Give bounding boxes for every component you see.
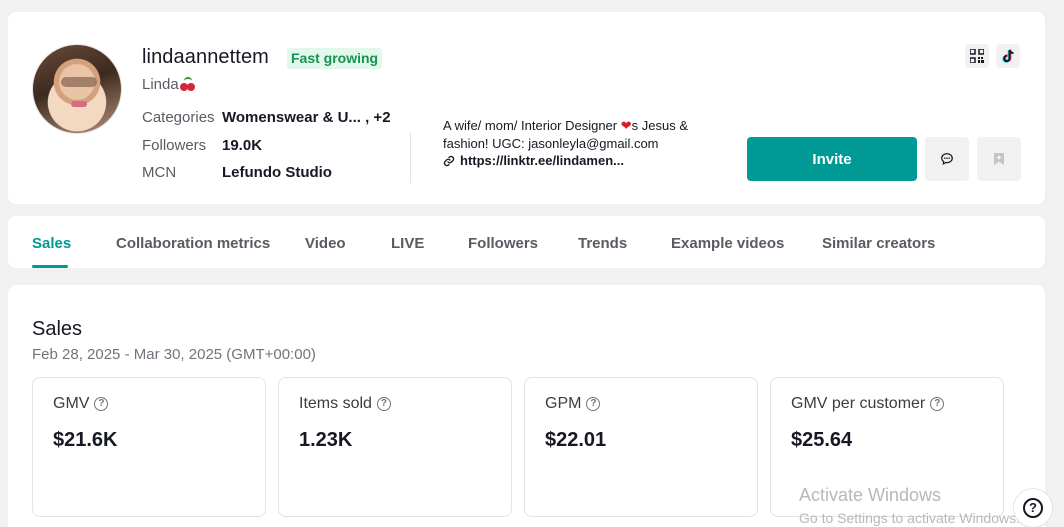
tiktok-icon <box>1002 49 1014 63</box>
question-mark-icon: ? <box>1023 498 1043 518</box>
metric-label-text: Items sold <box>299 395 372 412</box>
bookmark-button[interactable] <box>977 137 1021 181</box>
activate-windows-subtitle: Go to Settings to activate Windows. <box>799 510 1020 526</box>
cherry-emoji-icon <box>179 77 196 91</box>
nickname: Linda <box>142 76 196 93</box>
tabs-bar: Sales Collaboration metrics Video LIVE F… <box>8 216 1045 268</box>
help-icon[interactable]: ? <box>376 397 391 411</box>
followers-value: 19.0K <box>222 137 263 154</box>
metric-label: GPM ? <box>545 395 601 413</box>
nickname-text: Linda <box>142 76 179 93</box>
metric-card-gpm: GPM ? $22.01 <box>524 377 758 517</box>
metric-label-text: GMV <box>53 395 90 412</box>
metric-label-text: GMV per customer <box>791 395 926 412</box>
mcn-label: MCN <box>142 164 177 181</box>
categories-value[interactable]: Womenswear & U... , +2 <box>222 109 391 126</box>
metric-card-items-sold: Items sold ? 1.23K <box>278 377 512 517</box>
categories-label: Categories <box>142 109 215 126</box>
divider <box>410 133 411 183</box>
invite-button[interactable]: Invite <box>747 137 917 181</box>
tab-video[interactable]: Video <box>305 235 346 252</box>
qr-code-button[interactable] <box>965 44 989 68</box>
metric-value: 1.23K <box>299 429 353 451</box>
followers-label: Followers <box>142 137 207 154</box>
tab-example-videos[interactable]: Example videos <box>671 235 784 252</box>
metric-label: GMV ? <box>53 395 109 413</box>
metric-value: $25.64 <box>791 429 853 451</box>
mcn-value: Lefundo Studio <box>222 164 332 181</box>
qr-code-icon <box>970 49 984 63</box>
active-tab-indicator <box>32 265 68 268</box>
help-icon[interactable]: ? <box>930 397 945 411</box>
activate-windows-title: Activate Windows <box>799 485 942 505</box>
metric-value: $22.01 <box>545 429 607 451</box>
heart-icon: ❤ <box>620 118 632 133</box>
message-button[interactable] <box>925 137 969 181</box>
tab-similar-creators[interactable]: Similar creators <box>822 235 935 252</box>
username: lindaannettem <box>142 46 269 68</box>
bookmark-icon <box>994 153 1004 165</box>
tab-followers[interactable]: Followers <box>468 235 538 252</box>
date-range: Feb 28, 2025 - Mar 30, 2025 (GMT+00:00) <box>32 346 316 363</box>
metric-label: Items sold ? <box>299 395 391 413</box>
tab-collaboration-metrics[interactable]: Collaboration metrics <box>116 235 270 252</box>
help-icon[interactable]: ? <box>94 397 109 411</box>
tiktok-button[interactable] <box>996 44 1020 68</box>
bio-text: A wife/ mom/ Interior Designer ❤s Jesus … <box>443 117 703 153</box>
section-title: Sales <box>32 318 83 340</box>
bio-link-text[interactable]: https://linktr.ee/lindamen... <box>460 153 624 168</box>
help-icon[interactable]: ? <box>586 397 601 411</box>
metric-card-gmv: GMV ? $21.6K <box>32 377 266 517</box>
metric-value: $21.6K <box>53 429 118 451</box>
message-icon <box>941 153 953 166</box>
tab-sales[interactable]: Sales <box>32 235 71 252</box>
creator-profile-card: lindaannettem Fast growing Linda Categor… <box>8 12 1045 204</box>
link-icon <box>443 155 455 166</box>
tab-live[interactable]: LIVE <box>391 235 424 252</box>
help-button[interactable]: ? <box>1013 488 1053 527</box>
tab-trends[interactable]: Trends <box>578 235 627 252</box>
bio-link[interactable]: https://linktr.ee/lindamen... <box>443 153 624 168</box>
avatar[interactable] <box>32 44 122 134</box>
metric-label-text: GPM <box>545 395 582 412</box>
metric-label: GMV per customer ? <box>791 395 945 413</box>
bio-part-1: A wife/ mom/ Interior Designer <box>443 118 621 133</box>
status-badge: Fast growing <box>287 48 383 69</box>
